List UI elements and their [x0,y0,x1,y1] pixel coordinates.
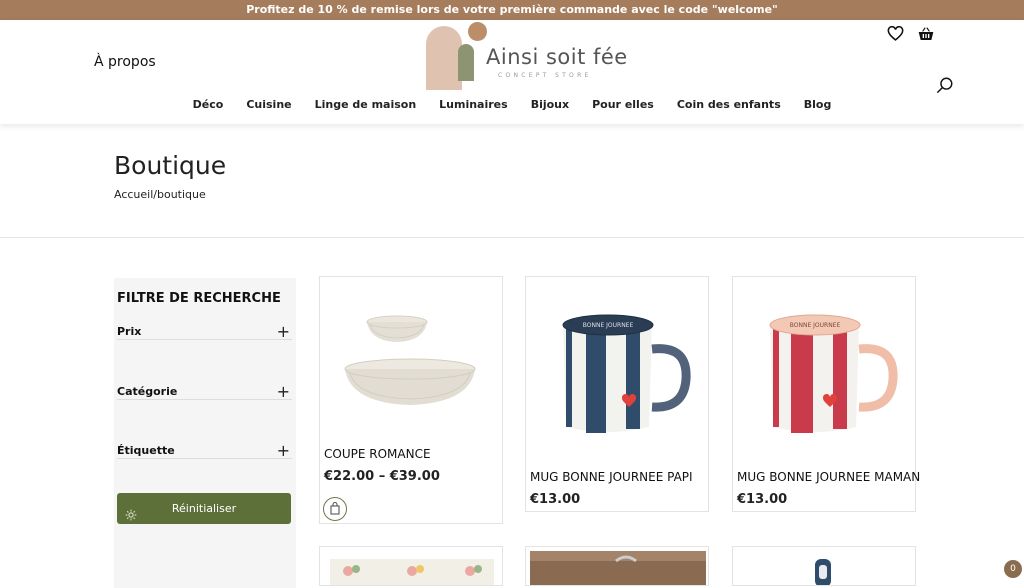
logo-dot-shape [468,22,487,41]
reset-button-label: Réinitialiser [171,502,237,515]
page-header: Boutique Accueil/boutique [0,124,1024,238]
filter-label: Catégorie [117,385,178,398]
product-card[interactable] [525,546,709,586]
search-icon[interactable] [936,76,954,98]
product-name[interactable]: MUG BONNE JOURNEE MAMAN [733,470,920,484]
nav-item-coin-des-enfants[interactable]: Coin des enfants [677,98,781,111]
product-image[interactable] [320,547,503,586]
header-icons [887,26,934,41]
filter-label: Prix [117,325,142,338]
cart-count-badge[interactable]: 0 [1004,560,1022,578]
product-card[interactable] [732,546,916,586]
filter-price[interactable]: Prix + [117,320,292,340]
breadcrumb[interactable]: Accueil/boutique [114,188,206,201]
plus-icon[interactable]: + [277,443,290,459]
nav-item-bijoux[interactable]: Bijoux [531,98,569,111]
add-to-cart-button[interactable] [323,497,347,521]
product-card[interactable]: BONNE JOURNEE MUG BONNE JOURNEE PAPI €13… [525,276,709,512]
product-image[interactable]: BONNE JOURNEE [733,277,915,457]
gear-icon [125,502,137,533]
heart-icon[interactable] [887,26,904,41]
product-image[interactable] [526,547,709,586]
product-image[interactable] [733,547,916,586]
nav-item-linge-de-maison[interactable]: Linge de maison [315,98,417,111]
plus-icon[interactable]: + [277,384,290,400]
filter-sidebar: FILTRE DE RECHERCHE Prix + Catégorie + É… [114,278,296,588]
product-name[interactable]: MUG BONNE JOURNEE PAPI [526,470,708,484]
reset-button[interactable]: Réinitialiser [117,493,291,524]
product-price: €22.00 – €39.00 [324,469,440,484]
svg-text:BONNE JOURNEE: BONNE JOURNEE [583,322,634,329]
shopping-bag-icon [330,501,340,515]
product-name[interactable]: COUPE ROMANCE [320,447,502,461]
main-nav: Déco Cuisine Linge de maison Luminaires … [0,98,1024,111]
product-price: €13.00 [737,492,788,507]
site-header: À propos Ainsi soit fée CONCEPT STORE Dé… [0,20,1024,124]
logo-arch-shape [426,26,462,90]
product-image[interactable] [320,277,502,433]
filter-label: Étiquette [117,444,175,457]
filter-heading: FILTRE DE RECHERCHE [117,291,281,306]
nav-item-cuisine[interactable]: Cuisine [246,98,291,111]
nav-item-deco[interactable]: Déco [193,98,224,111]
promo-banner: Profitez de 10 % de remise lors de votre… [0,0,1024,20]
site-logo[interactable]: Ainsi soit fée CONCEPT STORE [424,20,627,92]
filter-tag[interactable]: Étiquette + [117,439,292,459]
logo-brand-name: Ainsi soit fée [486,45,628,69]
product-card[interactable] [319,546,503,586]
basket-icon[interactable] [918,26,934,41]
page-title: Boutique [114,151,227,180]
product-card[interactable]: BONNE JOURNEE MUG BONNE JOURNEE MAMAN €1… [732,276,920,512]
plus-icon[interactable]: + [277,324,290,340]
product-card[interactable]: COUPE ROMANCE €22.00 – €39.00 [319,276,503,524]
product-price: €13.00 [530,492,581,507]
nav-item-luminaires[interactable]: Luminaires [439,98,508,111]
svg-text:BONNE JOURNEE: BONNE JOURNEE [790,322,841,329]
filter-category[interactable]: Catégorie + [117,380,292,400]
about-link[interactable]: À propos [94,54,156,70]
nav-item-blog[interactable]: Blog [804,98,832,111]
logo-arch-shape [458,44,474,81]
nav-item-pour-elles[interactable]: Pour elles [592,98,654,111]
logo-tagline: CONCEPT STORE [498,72,592,79]
product-image[interactable]: BONNE JOURNEE [526,277,708,457]
